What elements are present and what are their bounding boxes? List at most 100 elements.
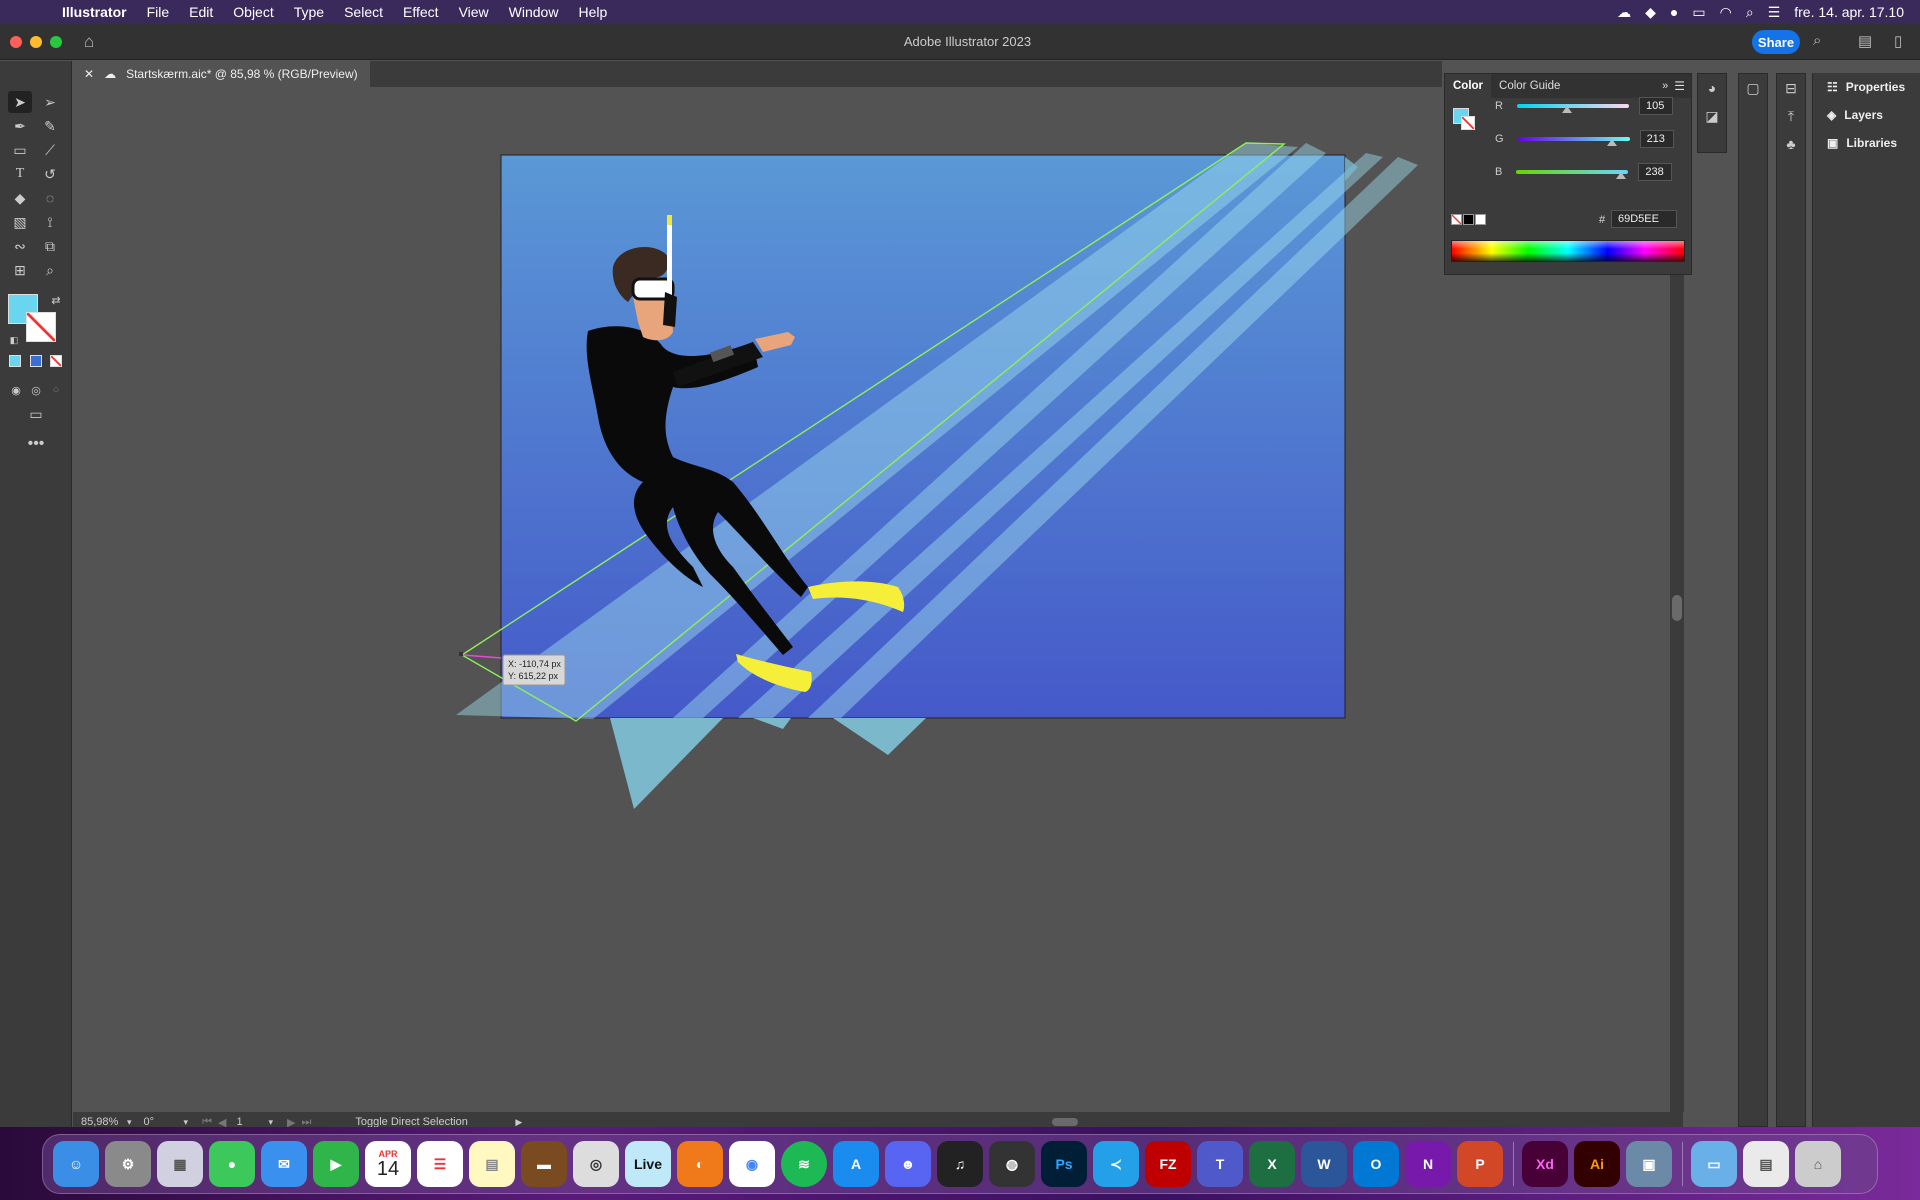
canvas-area[interactable]: X: -110,74 px Y: 615,22 px [73, 87, 1683, 1117]
shape-builder-tool-icon[interactable]: ⧉ [38, 235, 62, 257]
direct-selection-tool-icon[interactable]: ➢ [38, 91, 62, 113]
status-app-icon[interactable]: ◆ [1645, 4, 1656, 21]
share-button[interactable]: Share [1752, 30, 1800, 54]
menu-app-name[interactable]: Illustrator [52, 4, 137, 20]
spd-app-icon[interactable]: ▬ [521, 1141, 567, 1187]
teams-icon[interactable]: T [1197, 1141, 1243, 1187]
none-swatch[interactable] [1451, 214, 1462, 225]
creative-cloud-icon[interactable]: ☁ [1617, 4, 1631, 21]
menu-window[interactable]: Window [499, 4, 569, 20]
none-mode-button[interactable] [50, 355, 62, 367]
onenote-icon[interactable]: N [1405, 1141, 1451, 1187]
swap-fill-stroke-icon[interactable]: ⇄ [44, 289, 68, 311]
wifi-icon[interactable]: ◠ [1720, 4, 1732, 21]
gradient-tool-icon[interactable]: ▧ [8, 211, 32, 233]
gradient-mode-button[interactable] [30, 355, 42, 367]
system-settings-icon[interactable]: ⚙ [105, 1141, 151, 1187]
asset-export-icon[interactable]: ⤒ [1777, 102, 1805, 130]
black-swatch[interactable] [1463, 214, 1474, 225]
preview-icon[interactable]: ▣ [1626, 1141, 1672, 1187]
color-mode-button[interactable] [9, 355, 21, 367]
properties-panel-tab[interactable]: ☷ Properties [1813, 73, 1920, 101]
trash-icon[interactable]: ⌂ [1795, 1141, 1841, 1187]
curvature-tool-icon[interactable]: ✎ [38, 115, 62, 137]
blue-slider-thumb[interactable] [1616, 172, 1627, 179]
menu-edit[interactable]: Edit [179, 4, 223, 20]
panel-stroke-swatch[interactable] [1461, 116, 1475, 130]
artboard-tool-icon[interactable]: ⊞ [8, 259, 32, 281]
blue-value-input[interactable]: 238 [1638, 163, 1673, 181]
menu-select[interactable]: Select [334, 4, 393, 20]
excel-icon[interactable]: X [1249, 1141, 1295, 1187]
zoom-tool-icon[interactable]: ⌕ [38, 259, 62, 281]
white-swatch[interactable] [1475, 214, 1486, 225]
ableton-live-icon[interactable]: Live [625, 1141, 671, 1187]
blue-slider[interactable] [1516, 170, 1629, 179]
control-center-icon[interactable]: ☰ [1768, 4, 1781, 21]
blend-tool-icon[interactable]: ∾ [8, 235, 32, 257]
menubar-clock[interactable]: fre. 14. apr. 17.10 [1794, 4, 1904, 20]
firefox-icon[interactable]: ◐ [677, 1141, 723, 1187]
menu-file[interactable]: File [137, 4, 180, 20]
status-app2-icon[interactable]: ● [1670, 4, 1678, 20]
comments-icon[interactable]: ▢ [1739, 74, 1767, 102]
default-fill-stroke-icon[interactable]: ◧ [2, 329, 26, 351]
tab-color[interactable]: Color [1445, 74, 1492, 98]
ua-console-icon[interactable]: ♫ [937, 1141, 983, 1187]
outlook-icon[interactable]: O [1353, 1141, 1399, 1187]
libraries-panel-tab[interactable]: ▣ Libraries [1813, 129, 1920, 157]
launchpad-icon[interactable]: ▦ [157, 1141, 203, 1187]
red-value-input[interactable]: 105 [1638, 97, 1673, 115]
facetime-icon[interactable]: ▶ [313, 1141, 359, 1187]
hex-value-input[interactable]: 69D5EE [1611, 210, 1677, 228]
filezilla-icon[interactable]: FZ [1145, 1141, 1191, 1187]
documents-stack-icon[interactable]: ▤ [1743, 1141, 1789, 1187]
search-icon[interactable]: ⌕ [1813, 32, 1821, 49]
menu-view[interactable]: View [449, 4, 499, 20]
stroke-swatch[interactable] [26, 312, 56, 342]
notes-icon[interactable]: ▤ [469, 1141, 515, 1187]
document-tab[interactable]: ✕ ☁ Startskærm.aic* @ 85,98 % (RGB/Previ… [72, 61, 370, 87]
messages-icon[interactable]: ● [209, 1141, 255, 1187]
green-slider-thumb[interactable] [1606, 139, 1617, 146]
chrome-icon[interactable]: ◉ [729, 1141, 775, 1187]
selection-tool-icon[interactable]: ➤ [8, 91, 32, 113]
reminders-icon[interactable]: ☰ [417, 1141, 463, 1187]
panel-menu-icon[interactable]: ☰ [1674, 79, 1691, 93]
illustrator-icon[interactable]: Ai [1574, 1141, 1620, 1187]
battery-icon[interactable]: ▭ [1692, 4, 1705, 21]
color-guide-icon[interactable]: ◪ [1698, 102, 1726, 130]
calendar-icon[interactable]: APR 14 [365, 1141, 411, 1187]
mail-icon[interactable]: ✉ [261, 1141, 307, 1187]
scrollbar-thumb[interactable] [1672, 595, 1682, 621]
red-slider[interactable] [1516, 104, 1629, 113]
artboards-icon[interactable]: ⊟ [1777, 74, 1805, 102]
downloads-folder-icon[interactable]: ▭ [1691, 1141, 1737, 1187]
lasso-tool-icon[interactable]: ◌ [38, 187, 62, 209]
spotify-icon[interactable]: ≋ [781, 1141, 827, 1187]
green-value-input[interactable]: 213 [1639, 130, 1674, 148]
arrange-documents-icon[interactable]: ▯ [1894, 32, 1902, 50]
powerpoint-icon[interactable]: P [1457, 1141, 1503, 1187]
red-slider-thumb[interactable] [1561, 106, 1572, 113]
rectangle-tool-icon[interactable]: ▭ [8, 139, 32, 161]
discord-icon[interactable]: ☻ [885, 1141, 931, 1187]
close-tab-icon[interactable]: ✕ [84, 67, 94, 81]
type-tool-icon[interactable]: T [8, 163, 32, 185]
compressor-icon[interactable]: ◎ [573, 1141, 619, 1187]
menu-object[interactable]: Object [223, 4, 283, 20]
spotlight-search-icon[interactable]: ⌕ [1746, 4, 1754, 21]
photoshop-icon[interactable]: Ps [1041, 1141, 1087, 1187]
eyedropper-tool-icon[interactable]: ⟟ [38, 211, 62, 233]
edit-toolbar-icon[interactable]: ••• [24, 433, 48, 455]
vscode-icon[interactable]: ≺ [1093, 1141, 1139, 1187]
word-icon[interactable]: W [1301, 1141, 1347, 1187]
eraser-tool-icon[interactable]: ◆ [8, 187, 32, 209]
tab-color-guide[interactable]: Color Guide [1491, 74, 1568, 98]
green-slider[interactable] [1517, 137, 1630, 146]
paintbrush-tool-icon[interactable]: ⟋ [38, 139, 62, 161]
draw-inside-icon[interactable]: ○ [44, 379, 68, 401]
workspace-switcher-icon[interactable]: ▤ [1858, 32, 1872, 50]
rotate-tool-icon[interactable]: ↺ [38, 163, 62, 185]
artboard-dropdown-icon[interactable]: ▾ [268, 1117, 273, 1128]
